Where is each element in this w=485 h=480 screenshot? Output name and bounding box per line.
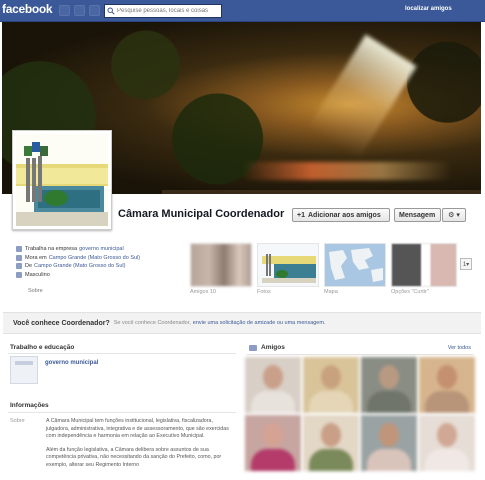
friend-tile[interactable] xyxy=(245,357,301,413)
top-bar: facebook localizar amigos xyxy=(0,0,485,22)
employer-icon xyxy=(10,356,38,384)
info-row-from: De Campo Grande (Mato Grosso do Sul) xyxy=(16,262,186,271)
divider xyxy=(8,353,236,354)
friend-avatar-head xyxy=(379,365,399,389)
map-thumbnail-image xyxy=(325,244,385,286)
likes-thumbnail-label[interactable]: Opções "Curtir" xyxy=(391,289,429,295)
gear-icon[interactable]: ⚙ ▾ xyxy=(442,208,466,222)
thumbnail-scroll-button[interactable]: 1▾ xyxy=(460,258,472,270)
friend-requests-icon[interactable] xyxy=(59,5,70,16)
friend-tile[interactable] xyxy=(361,415,417,471)
cover-car-lights xyxy=(242,162,452,180)
info-section-title: Informações xyxy=(10,402,49,409)
friend-avatar-head xyxy=(263,365,283,389)
photos-thumbnail-label[interactable]: Fotos xyxy=(257,289,271,295)
friend-avatar-head xyxy=(321,423,341,447)
friend-tile[interactable] xyxy=(303,357,359,413)
search-box[interactable] xyxy=(104,4,222,18)
send-request-link[interactable]: envie uma solicitação de amizade ou uma … xyxy=(193,320,326,326)
friend-avatar-body xyxy=(309,449,353,471)
likes-thumbnail[interactable] xyxy=(391,243,457,287)
friend-avatar-body xyxy=(251,391,295,413)
friends-thumbnail-label[interactable]: Amigos 10 xyxy=(190,289,216,295)
add-friend-button[interactable]: +1 Adicionar aos amigos xyxy=(292,208,390,222)
add-friend-label: Adicionar aos amigos xyxy=(307,211,381,219)
add-friend-icon: +1 xyxy=(297,211,305,219)
friend-avatar-body xyxy=(367,391,411,413)
notifications-icon[interactable] xyxy=(89,5,100,16)
friends-header: Amigos Ver todos xyxy=(247,343,473,355)
know-text: Se você conhece Coordenador, xyxy=(113,320,191,326)
friend-tile[interactable] xyxy=(419,415,475,471)
friend-avatar-body xyxy=(425,449,469,471)
employer-link[interactable]: governo municipal xyxy=(45,360,98,366)
friend-avatar-head xyxy=(437,365,457,389)
location-pin-icon xyxy=(16,263,22,270)
find-friends-link[interactable]: localizar amigos xyxy=(405,6,452,12)
friend-tile[interactable] xyxy=(245,415,301,471)
know-this-person-bar: Você conhece Coordenador? Se você conhec… xyxy=(3,312,481,334)
info-text: Mora em xyxy=(25,254,47,261)
facebook-logo[interactable]: facebook xyxy=(2,2,53,16)
friend-avatar-body xyxy=(367,449,411,471)
info-row-gender: Masculino xyxy=(16,271,186,280)
briefcase-icon xyxy=(16,246,22,253)
friend-tile[interactable] xyxy=(419,357,475,413)
friends-grid xyxy=(245,357,477,471)
friends-title[interactable]: Amigos xyxy=(261,344,285,351)
info-row-lives: Mora em Campo Grande (Mato Grosso do Sul… xyxy=(16,254,186,263)
friend-avatar-head xyxy=(321,365,341,389)
photos-thumbnail-image xyxy=(262,254,316,283)
cover-road xyxy=(162,190,481,194)
sobre-label: Sobre xyxy=(10,418,25,424)
friends-icon xyxy=(249,345,257,351)
map-thumbnail[interactable] xyxy=(324,243,386,287)
friend-avatar-body xyxy=(425,391,469,413)
message-button[interactable]: Mensagem xyxy=(394,208,441,222)
home-icon xyxy=(16,254,22,261)
profile-picture[interactable] xyxy=(12,130,112,230)
notification-jewels xyxy=(59,5,100,16)
search-input[interactable] xyxy=(117,5,221,17)
friend-avatar-body xyxy=(251,449,295,471)
info-link[interactable]: governo municipal xyxy=(79,246,124,252)
info-text: Masculino xyxy=(25,271,50,278)
friend-tile[interactable] xyxy=(303,415,359,471)
know-question: Você conhece Coordenador? xyxy=(13,319,110,327)
profile-name: Câmara Municipal Coordenador xyxy=(118,208,285,220)
friend-avatar-body xyxy=(309,391,353,413)
photos-thumbnail[interactable] xyxy=(257,243,319,287)
info-link[interactable]: Campo Grande (Mato Grosso do Sul) xyxy=(49,255,140,261)
search-icon xyxy=(107,7,115,15)
profile-info: Trabalha na empresa governo municipal Mo… xyxy=(16,245,186,279)
info-text: De xyxy=(25,263,33,270)
friend-tile[interactable] xyxy=(361,357,417,413)
info-text: Trabalha na empresa xyxy=(25,246,78,253)
about-paragraph: A Câmara Municipal tem funções instituci… xyxy=(46,418,229,439)
about-paragraph: Além da função legislativa, a Câmara del… xyxy=(46,446,222,468)
info-link[interactable]: Campo Grande (Mato Grosso do Sul) xyxy=(34,263,125,269)
messages-icon[interactable] xyxy=(74,5,85,16)
friend-avatar-head xyxy=(437,423,457,447)
see-all-link[interactable]: Ver todos xyxy=(448,345,471,351)
profile-picture-building xyxy=(16,134,108,226)
person-icon xyxy=(16,271,22,278)
friend-avatar-head xyxy=(379,423,399,447)
map-thumbnail-label[interactable]: Mapa xyxy=(324,289,338,295)
info-row-work: Trabalha na empresa governo municipal xyxy=(16,245,186,254)
work-education-title: Trabalho e educação xyxy=(10,344,75,351)
about-link[interactable]: Sobre xyxy=(28,288,43,294)
divider xyxy=(8,412,236,413)
friends-thumbnail[interactable] xyxy=(190,243,252,287)
friend-avatar-head xyxy=(263,423,283,447)
about-text: A Câmara Municipal tem funções instituci… xyxy=(46,418,236,475)
